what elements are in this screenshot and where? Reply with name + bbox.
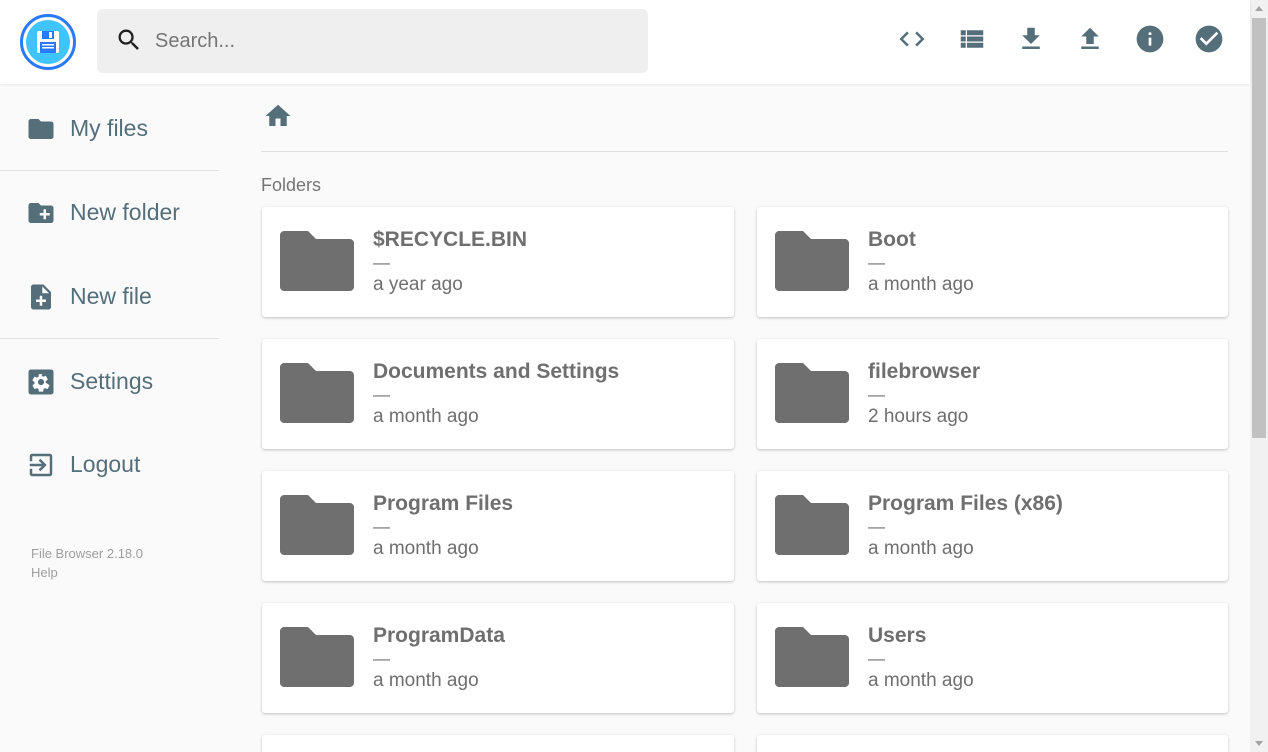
sidebar-item-label: Logout: [70, 450, 141, 477]
folder-card[interactable]: [757, 735, 1228, 752]
check-circle-icon: [1193, 23, 1225, 60]
sidebar-item-label: Settings: [70, 367, 154, 394]
note-add-icon: [26, 282, 54, 310]
folder-size: —: [868, 385, 885, 404]
folder-size: —: [373, 517, 390, 536]
folder-icon: [280, 231, 354, 291]
home-icon: [262, 104, 294, 135]
folder-card[interactable]: Documents and Settings — a month ago: [262, 339, 734, 449]
sidebar-item-label: My files: [70, 114, 148, 141]
folder-icon: [775, 363, 849, 423]
view-list-icon: [957, 24, 987, 59]
download-icon: [1016, 24, 1046, 59]
sidebar-item-label: New file: [70, 282, 152, 309]
floppy-disk-icon: [26, 20, 70, 64]
folder-modified: a month ago: [373, 406, 479, 427]
version-label[interactable]: File Browser 2.18.0: [31, 546, 143, 561]
breadcrumb-divider: [261, 151, 1228, 152]
folder-modified: a month ago: [868, 274, 974, 295]
folder-card[interactable]: filebrowser — 2 hours ago: [757, 339, 1228, 449]
breadcrumb-home[interactable]: [262, 101, 294, 131]
folder-icon: [280, 495, 354, 555]
folder-icon: [280, 627, 354, 687]
folder-size: —: [868, 649, 885, 668]
sidebar-item-settings[interactable]: Settings: [0, 351, 219, 411]
folder-size: —: [373, 253, 390, 272]
logout-icon: [26, 450, 54, 478]
folder-card[interactable]: Boot — a month ago: [757, 207, 1228, 317]
sidebar-item-new-file[interactable]: New file: [0, 266, 219, 326]
select-multiple-button[interactable]: [1189, 21, 1229, 61]
info-button[interactable]: [1130, 21, 1170, 61]
folder-modified: a month ago: [373, 670, 479, 691]
folder-card[interactable]: [262, 735, 734, 752]
download-button[interactable]: [1011, 21, 1051, 61]
folder-name: filebrowser: [868, 360, 981, 383]
folder-card[interactable]: ProgramData — a month ago: [262, 603, 734, 713]
scrollbar-thumb[interactable]: [1252, 18, 1266, 438]
folder-card[interactable]: $RECYCLE.BIN — a year ago: [262, 207, 734, 317]
app-logo[interactable]: [20, 14, 76, 70]
create-new-folder-icon: [26, 198, 54, 226]
sidebar-divider: [0, 338, 219, 339]
folder-size: —: [373, 385, 390, 404]
folder-icon: [26, 114, 54, 142]
upload-button[interactable]: [1070, 21, 1110, 61]
folder-icon: [775, 627, 849, 687]
folder-name: Boot: [868, 228, 916, 251]
search-input[interactable]: [155, 23, 625, 59]
folder-name: $RECYCLE.BIN: [373, 228, 528, 251]
folders-section-title: Folders: [261, 175, 322, 195]
folder-size: —: [868, 517, 885, 536]
folder-name: Program Files (x86): [868, 492, 1063, 515]
folder-name: Users: [868, 624, 927, 647]
folder-modified: 2 hours ago: [868, 406, 969, 427]
scroll-down-arrow-icon[interactable]: [1250, 735, 1268, 752]
folder-size: —: [373, 649, 390, 668]
search-box[interactable]: [97, 9, 648, 73]
sidebar-divider: [0, 170, 219, 171]
folder-name: ProgramData: [373, 624, 505, 647]
header-bar: [0, 0, 1250, 84]
sidebar-item-new-folder[interactable]: New folder: [0, 182, 219, 242]
scroll-up-arrow-icon[interactable]: [1250, 0, 1268, 17]
sidebar-item-my-files[interactable]: My files: [0, 98, 219, 158]
vertical-scrollbar[interactable]: [1250, 0, 1268, 752]
folder-modified: a month ago: [868, 538, 974, 559]
info-icon: [1134, 23, 1166, 60]
folder-size: —: [868, 253, 885, 272]
folder-modified: a month ago: [373, 538, 479, 559]
folder-modified: a year ago: [373, 274, 463, 295]
settings-icon: [26, 367, 54, 395]
folder-icon: [775, 231, 849, 291]
sidebar-item-label: New folder: [70, 198, 180, 225]
upload-icon: [1075, 24, 1105, 59]
sidebar-item-logout[interactable]: Logout: [0, 434, 219, 494]
help-link[interactable]: Help: [31, 565, 58, 580]
folder-icon: [775, 495, 849, 555]
folder-card[interactable]: Program Files (x86) — a month ago: [757, 471, 1228, 581]
folder-name: Program Files: [373, 492, 514, 515]
folder-modified: a month ago: [868, 670, 974, 691]
search-icon: [115, 26, 143, 59]
folder-card[interactable]: Users — a month ago: [757, 603, 1228, 713]
code-icon: [897, 24, 927, 59]
toggle-view-code-button[interactable]: [892, 21, 932, 61]
folder-card[interactable]: Program Files — a month ago: [262, 471, 734, 581]
sidebar: My files New folder New file Settings Lo…: [0, 84, 219, 752]
list-view-button[interactable]: [952, 21, 992, 61]
folder-icon: [280, 363, 354, 423]
folder-name: Documents and Settings: [373, 360, 620, 383]
